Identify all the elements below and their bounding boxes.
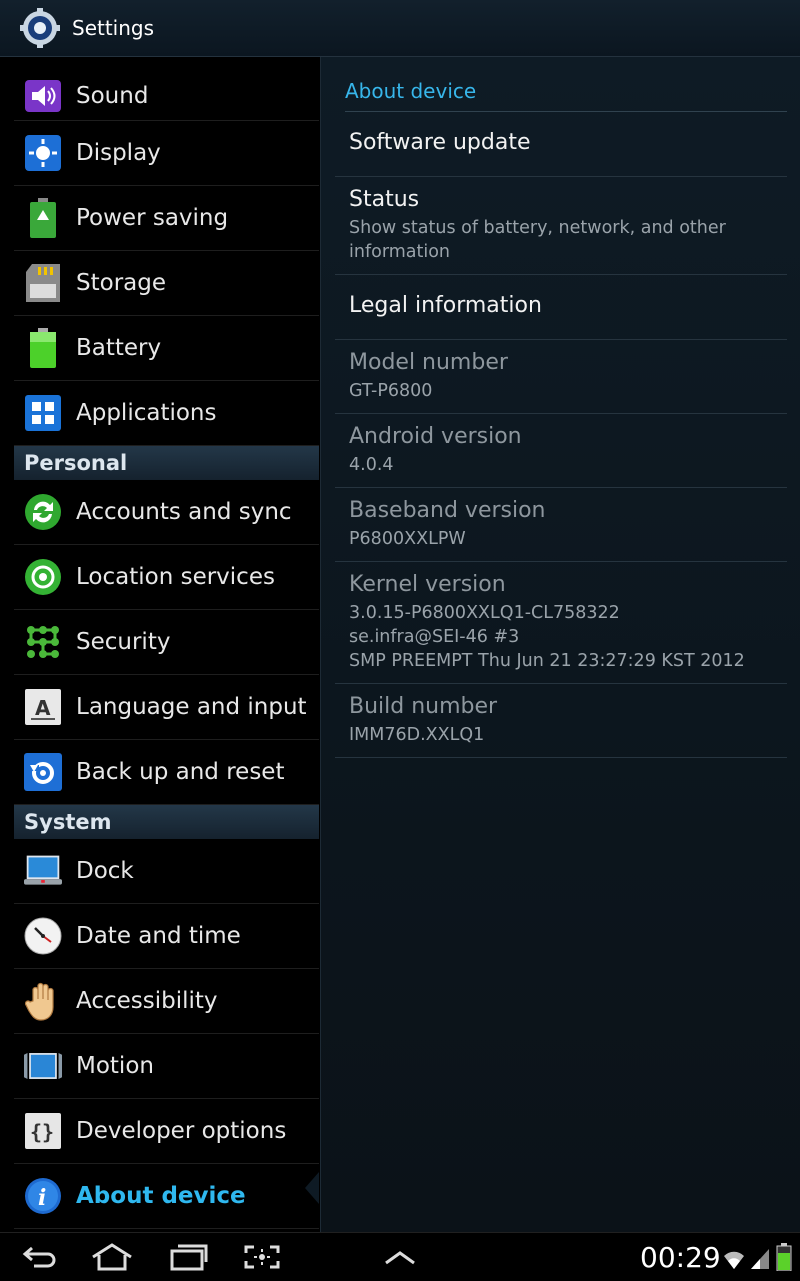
sidebar-item-motion[interactable]: Motion [14, 1034, 319, 1099]
row-baseband-version: Baseband version P6800XXLPW [335, 488, 787, 562]
about-device-panel: About device Software update Status Show… [320, 57, 800, 1232]
gear-icon[interactable] [20, 8, 60, 48]
location-icon [24, 558, 62, 596]
sidebar-item-back-up-and-reset[interactable]: Back up and reset [14, 740, 319, 805]
row-build-number: Build number IMM76D.XXLQ1 [335, 684, 787, 758]
wifi-icon [722, 1241, 746, 1271]
home-icon[interactable] [90, 1241, 134, 1273]
sync-icon [24, 493, 62, 531]
sidebar-item-power-saving[interactable]: Power saving [14, 186, 319, 251]
row-kernel-version: Kernel version 3.0.15-P6800XXLQ1-CL75832… [335, 562, 787, 684]
braces-icon: {} [24, 1112, 62, 1150]
sidebar-item-about-device[interactable]: i About device [14, 1164, 319, 1229]
row-android-version: Android version 4.0.4 [335, 414, 787, 488]
battery-icon [24, 328, 62, 368]
section-header-system: System [14, 805, 319, 839]
sidebar-item-developer-options[interactable]: {} Developer options [14, 1099, 319, 1164]
language-icon: A [24, 688, 62, 726]
up-arrow-icon[interactable] [378, 1241, 422, 1273]
info-icon: i [24, 1177, 62, 1215]
sidebar-item-location-services[interactable]: Location services [14, 545, 319, 610]
display-icon [24, 134, 62, 172]
section-header-personal: Personal [14, 446, 319, 480]
sidebar-item-accounts-and-sync[interactable]: Accounts and sync [14, 480, 319, 545]
svg-text:A: A [35, 696, 51, 720]
dock-icon [24, 852, 62, 890]
sidebar-item-dock[interactable]: Dock [14, 839, 319, 904]
row-model-number: Model number GT-P6800 [335, 340, 787, 414]
applications-icon [24, 394, 62, 432]
screenshot-icon[interactable] [240, 1241, 284, 1273]
sidebar-item-battery[interactable]: Battery [14, 316, 319, 381]
row-status[interactable]: Status Show status of battery, network, … [335, 177, 787, 275]
signal-icon [748, 1241, 772, 1271]
sidebar-item-display[interactable]: Display [14, 121, 319, 186]
panel-title: About device [345, 79, 787, 112]
clock-icon [24, 917, 62, 955]
row-legal-information[interactable]: Legal information [335, 275, 787, 340]
recent-apps-icon[interactable] [166, 1241, 210, 1273]
hand-icon [24, 982, 62, 1021]
svg-text:{}: {} [30, 1120, 54, 1144]
back-icon[interactable] [18, 1241, 62, 1273]
sidebar-item-storage[interactable]: Storage [14, 251, 319, 316]
sidebar-item-security[interactable]: Security [14, 610, 319, 675]
row-software-update[interactable]: Software update [335, 112, 787, 177]
app-title: Settings [72, 16, 155, 40]
status-clock: 00:29 [640, 1241, 721, 1274]
sidebar-item-sound[interactable]: Sound [14, 72, 319, 121]
title-bar: Settings [0, 0, 800, 57]
settings-sidebar: Sound Display Power saving Storage Batte… [0, 57, 319, 1232]
motion-icon [24, 1047, 62, 1085]
power-saving-icon [24, 198, 62, 238]
security-icon [24, 623, 62, 661]
sidebar-item-date-and-time[interactable]: Date and time [14, 904, 319, 969]
sidebar-item-accessibility[interactable]: Accessibility [14, 969, 319, 1034]
selection-pointer [305, 1172, 319, 1204]
backup-icon [24, 753, 62, 791]
svg-text:i: i [38, 1185, 46, 1211]
system-navigation-bar: 00:29 [0, 1232, 800, 1281]
storage-icon [24, 264, 62, 302]
sidebar-item-applications[interactable]: Applications [14, 381, 319, 446]
battery-status-icon [772, 1241, 796, 1271]
sound-icon [24, 77, 62, 115]
sidebar-item-language-and-input[interactable]: A Language and input [14, 675, 319, 740]
